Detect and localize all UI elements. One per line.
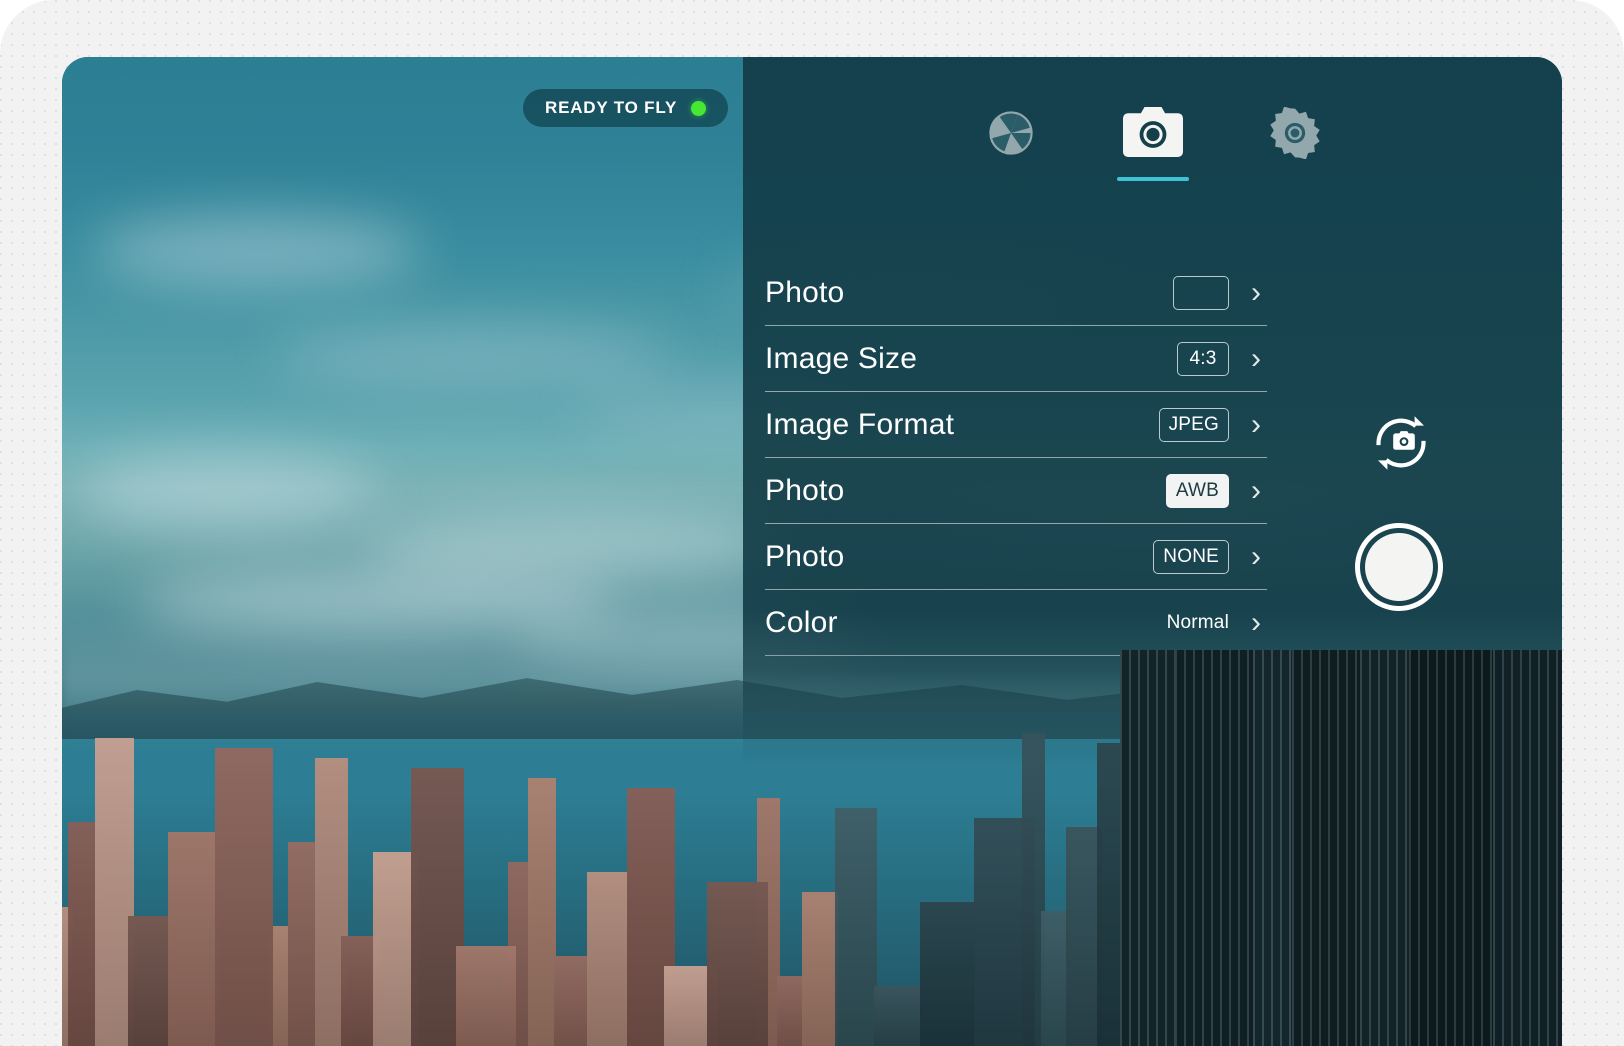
setting-row-value[interactable] xyxy=(1173,275,1229,310)
building xyxy=(919,901,975,1046)
switch-camera-icon xyxy=(1370,416,1432,478)
status-badge: READY TO FLY xyxy=(523,89,729,127)
setting-value-badge: Normal xyxy=(1166,611,1229,633)
setting-row[interactable]: Color Normal › xyxy=(765,590,1267,656)
cloud xyxy=(77,452,377,533)
cityscape xyxy=(62,650,1562,1046)
chevron-right-icon: › xyxy=(1251,473,1261,507)
chevron-right-icon: › xyxy=(1251,539,1261,573)
setting-row-label: Image Format xyxy=(765,407,955,441)
setting-row-value[interactable]: AWB xyxy=(1165,473,1229,508)
setting-value-badge: 4:3 xyxy=(1177,341,1229,376)
setting-row-value[interactable]: 4:3 xyxy=(1177,341,1229,376)
shutter-button-inner xyxy=(1365,533,1433,601)
status-badge-label: READY TO FLY xyxy=(545,98,678,117)
setting-value-badge: JPEG xyxy=(1158,407,1229,442)
setting-row[interactable]: Photo AWB › xyxy=(765,458,1267,524)
building xyxy=(802,891,839,1046)
setting-row-label: Photo xyxy=(765,473,845,507)
chevron-right-icon: › xyxy=(1251,275,1261,309)
camera-tab-bar xyxy=(743,85,1562,181)
chevron-right-icon: › xyxy=(1251,341,1261,375)
building xyxy=(167,832,220,1046)
aperture-icon xyxy=(985,107,1037,159)
tab-settings[interactable] xyxy=(1252,85,1338,181)
setting-row[interactable]: Image Format JPEG › xyxy=(765,392,1267,458)
gear-icon xyxy=(1269,107,1321,159)
status-indicator-dot xyxy=(691,100,707,116)
chevron-right-icon: › xyxy=(1251,605,1261,639)
building xyxy=(587,871,628,1046)
tablet-screen: READY TO FLY Photo › Image Size 4:3 › Im… xyxy=(62,57,1562,1046)
setting-value-badge: NONE xyxy=(1153,539,1229,574)
setting-row[interactable]: Photo NONE › xyxy=(765,524,1267,590)
setting-value-badge: AWB xyxy=(1165,473,1229,508)
building xyxy=(973,817,1036,1046)
switch-camera-button[interactable] xyxy=(1370,412,1432,474)
setting-row-value[interactable]: Normal xyxy=(1167,606,1229,640)
setting-row[interactable]: Photo › xyxy=(765,260,1267,326)
building xyxy=(554,956,589,1046)
setting-row-label: Color xyxy=(765,605,838,639)
building xyxy=(528,777,557,1046)
camera-icon xyxy=(1121,105,1185,161)
setting-row-label: Photo xyxy=(765,539,845,573)
building xyxy=(214,748,273,1046)
building xyxy=(707,881,768,1046)
shutter-button[interactable] xyxy=(1355,523,1443,611)
tab-camera[interactable] xyxy=(1110,85,1196,181)
setting-row-value[interactable]: NONE xyxy=(1153,539,1229,574)
setting-value-badge xyxy=(1173,275,1229,310)
setting-row-value[interactable]: JPEG xyxy=(1158,407,1229,442)
active-tab-underline xyxy=(1116,177,1189,181)
cloud xyxy=(92,215,422,288)
cloud xyxy=(272,324,672,387)
building xyxy=(873,985,923,1046)
setting-row-label: Image Size xyxy=(765,341,918,375)
camera-settings-list: Photo › Image Size 4:3 › Image Format JPEG › Pho… xyxy=(765,260,1267,656)
foreground-tower xyxy=(1493,650,1562,1046)
setting-row-label: Photo xyxy=(765,275,845,309)
building xyxy=(288,842,316,1046)
building xyxy=(128,916,174,1046)
foreground-tower xyxy=(1409,650,1505,1046)
setting-row[interactable]: Image Size 4:3 › xyxy=(765,326,1267,392)
building xyxy=(456,946,516,1046)
building xyxy=(834,807,877,1046)
foreground-tower xyxy=(1292,650,1370,1046)
chevron-right-icon: › xyxy=(1251,407,1261,441)
device-frame: READY TO FLY Photo › Image Size 4:3 › Im… xyxy=(0,0,1624,1046)
foreground-tower xyxy=(1174,650,1265,1046)
foreground-tower xyxy=(1119,650,1183,1046)
tab-aperture[interactable] xyxy=(968,85,1054,181)
